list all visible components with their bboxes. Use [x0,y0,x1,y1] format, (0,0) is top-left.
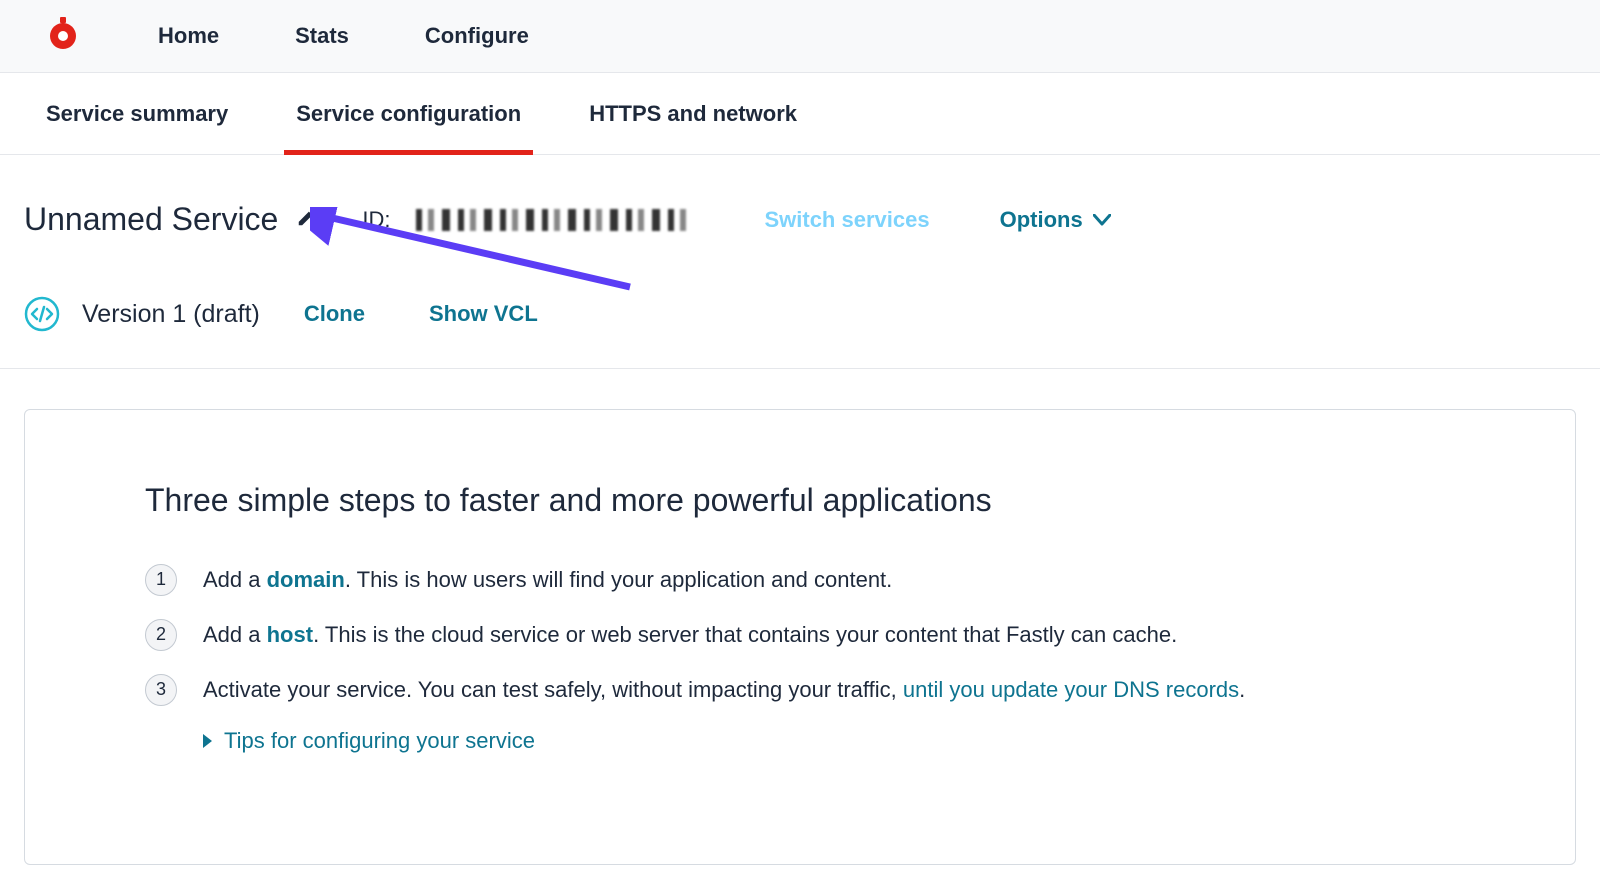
tips-link: Tips for configuring your service [224,728,535,754]
step-number: 2 [145,619,177,651]
step-number: 3 [145,674,177,706]
version-label: Version 1 (draft) [82,300,260,329]
step-text-part: Activate your service. You can test safe… [203,677,903,702]
top-header: Home Stats Configure [0,0,1600,73]
step-1: 1 Add a domain. This is how users will f… [145,563,1455,596]
tab-service-summary[interactable]: Service summary [46,73,228,154]
options-dropdown[interactable]: Options [1000,207,1111,233]
step-text-part: . This is how users will find your appli… [345,567,892,592]
step-text-part: Add a [203,622,267,647]
step-number: 1 [145,564,177,596]
step-text-part: . This is the cloud service or web serve… [313,622,1177,647]
onboarding-title: Three simple steps to faster and more po… [145,482,1455,519]
tips-row[interactable]: Tips for configuring your service [203,728,1455,754]
version-row: Version 1 (draft) Clone Show VCL [24,296,1576,332]
step-text: Add a host. This is the cloud service or… [203,618,1177,651]
service-name: Unnamed Service [24,201,278,238]
service-id-value [416,209,686,231]
chevron-down-icon [1093,214,1111,226]
tab-https-network[interactable]: HTTPS and network [589,73,797,154]
sub-tabs: Service summary Service configuration HT… [0,73,1600,155]
code-icon [24,296,60,332]
host-link[interactable]: host [267,622,313,647]
service-title-row: Unnamed Service ID: Switch services Opti… [24,201,1576,238]
triangle-right-icon [203,734,212,748]
switch-services-link[interactable]: Switch services [764,207,929,233]
dns-records-link[interactable]: until you update your DNS records [903,677,1239,702]
content-wrap: Three simple steps to faster and more po… [0,369,1600,865]
onboarding-box: Three simple steps to faster and more po… [24,409,1576,865]
top-nav: Home Stats Configure [158,23,529,49]
steps-list: 1 Add a domain. This is how users will f… [145,563,1455,706]
domain-link[interactable]: domain [267,567,345,592]
step-text: Activate your service. You can test safe… [203,673,1245,706]
step-3: 3 Activate your service. You can test sa… [145,673,1455,706]
step-text-part: . [1239,677,1245,702]
brand-logo[interactable] [46,17,80,56]
pencil-icon [296,206,318,228]
edit-name-button[interactable] [296,206,318,233]
nav-configure[interactable]: Configure [425,23,529,49]
tab-service-configuration[interactable]: Service configuration [296,73,521,154]
step-text-part: Add a [203,567,267,592]
step-2: 2 Add a host. This is the cloud service … [145,618,1455,651]
nav-home[interactable]: Home [158,23,219,49]
show-vcl-button[interactable]: Show VCL [429,301,538,327]
clone-button[interactable]: Clone [304,301,365,327]
service-id-label: ID: [362,207,390,233]
nav-stats[interactable]: Stats [295,23,349,49]
step-text: Add a domain. This is how users will fin… [203,563,892,596]
options-label: Options [1000,207,1083,233]
service-header: Unnamed Service ID: Switch services Opti… [0,155,1600,368]
